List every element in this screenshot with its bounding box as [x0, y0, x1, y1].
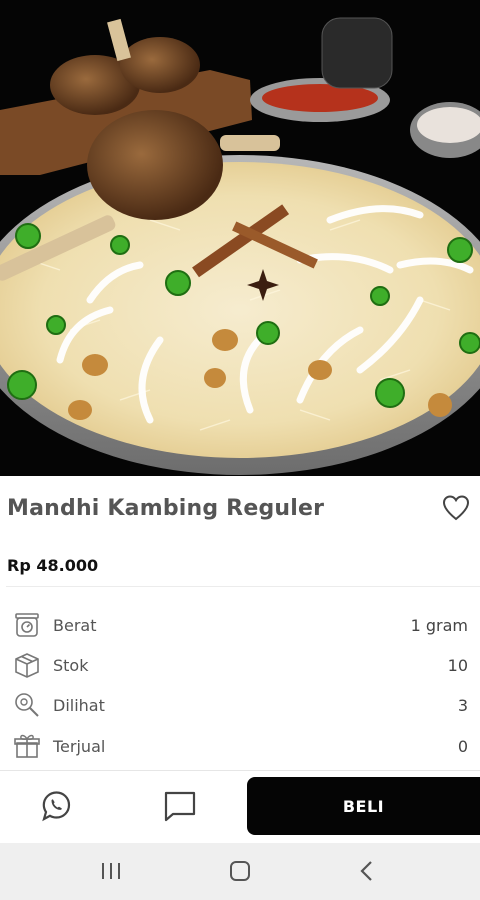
box-icon — [15, 653, 39, 678]
home-icon — [230, 861, 250, 881]
chat-icon — [164, 791, 196, 822]
spec-value: 10 — [447, 656, 468, 675]
home-button[interactable] — [225, 858, 255, 884]
back-icon — [360, 861, 372, 881]
spec-row-sold: Terjual 0 — [0, 727, 480, 767]
view-search-icon — [15, 693, 39, 717]
back-button[interactable] — [352, 858, 382, 884]
recent-apps-button[interactable] — [96, 858, 126, 884]
mandhi-dish-illustration — [0, 0, 480, 476]
recent-apps-icon — [102, 863, 120, 879]
spec-row-viewed: Dilihat 3 — [0, 686, 480, 726]
favorite-button[interactable] — [440, 492, 472, 524]
buy-button[interactable]: BELI — [247, 777, 480, 835]
product-image[interactable] — [0, 0, 480, 476]
spec-label: Terjual — [53, 737, 106, 756]
whatsapp-icon — [42, 791, 71, 822]
heart-outline-icon — [442, 495, 470, 521]
scale-icon — [15, 613, 39, 637]
divider — [6, 586, 480, 587]
spec-label: Stok — [53, 656, 89, 675]
product-price: Rp 48.000 — [7, 556, 99, 575]
product-header: Mandhi Kambing Reguler — [0, 476, 480, 540]
spec-row-weight: Berat 1 gram — [0, 606, 480, 646]
spec-value: 0 — [457, 737, 468, 756]
sold-package-icon — [14, 734, 40, 758]
spec-value: 3 — [457, 696, 468, 715]
spec-row-stock: Stok 10 — [0, 646, 480, 686]
chat-button[interactable] — [160, 788, 200, 824]
spec-label: Berat — [53, 616, 97, 635]
spec-value: 1 gram — [410, 616, 468, 635]
product-title: Mandhi Kambing Reguler — [7, 496, 325, 521]
spec-label: Dilihat — [53, 696, 105, 715]
whatsapp-button[interactable] — [36, 788, 76, 824]
